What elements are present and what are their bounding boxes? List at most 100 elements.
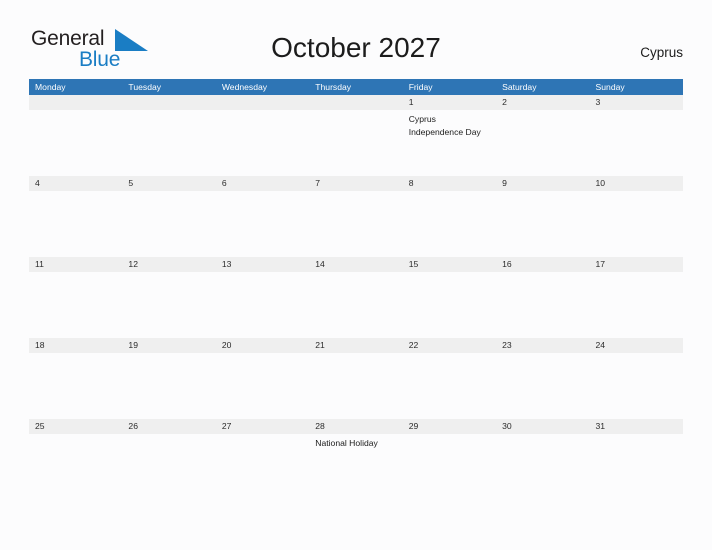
day-cell-27[interactable]: 27 — [215, 419, 310, 500]
day-events — [216, 434, 309, 437]
day-number-strip: 28 — [309, 419, 403, 434]
day-number-strip — [29, 95, 123, 110]
day-number-strip: 13 — [215, 257, 310, 272]
calendar-weeks: 1 Cyprus Independence Day 2 3 4 5 6 7 8 9 10 11 12 13… — [29, 95, 683, 500]
day-cell-8[interactable]: 8 — [402, 176, 497, 257]
day-cell-29[interactable]: 29 — [402, 419, 497, 500]
day-cell-6[interactable]: 6 — [215, 176, 310, 257]
day-events — [496, 353, 589, 356]
day-number-strip: 11 — [29, 257, 123, 272]
day-number-strip: 19 — [122, 338, 216, 353]
day-number-strip: 31 — [589, 419, 683, 434]
day-events — [403, 272, 496, 275]
day-events — [29, 272, 122, 275]
day-cell-30[interactable]: 30 — [496, 419, 590, 500]
day-events — [496, 110, 589, 113]
day-cell-19[interactable]: 19 — [122, 338, 216, 419]
day-number: 20 — [221, 340, 232, 350]
day-number: 23 — [502, 340, 512, 350]
day-cell-20[interactable]: 20 — [215, 338, 310, 419]
day-cell-15[interactable]: 15 — [402, 257, 497, 338]
calendar-page: General Blue October 2027 Cyprus Monday T… — [0, 0, 712, 550]
day-number-strip: 9 — [496, 176, 590, 191]
day-events — [590, 191, 683, 194]
day-number-strip: 7 — [309, 176, 403, 191]
day-number: 4 — [35, 178, 40, 188]
day-events — [403, 434, 496, 437]
day-number: 2 — [502, 97, 507, 107]
calendar-week-row: 4 5 6 7 8 9 10 — [29, 176, 683, 257]
day-cell-empty — [122, 95, 216, 176]
day-number: 22 — [408, 340, 419, 350]
day-number-strip: 1 — [402, 95, 497, 110]
day-number: 26 — [128, 421, 138, 431]
day-cell-18[interactable]: 18 — [29, 338, 123, 419]
weekday-header-wednesday: Wednesday — [221, 82, 268, 92]
day-events: Cyprus Independence Day — [403, 110, 496, 138]
day-cell-empty — [29, 95, 123, 176]
day-number-strip: 4 — [29, 176, 123, 191]
day-events — [122, 191, 215, 194]
day-number: 27 — [221, 421, 232, 431]
day-number: 5 — [128, 178, 134, 188]
day-cell-31[interactable]: 31 — [589, 419, 683, 500]
day-cell-4[interactable]: 4 — [29, 176, 123, 257]
day-events — [309, 353, 402, 356]
country-label: Cyprus — [640, 45, 683, 60]
day-number: 28 — [315, 421, 325, 431]
day-cell-5[interactable]: 5 — [122, 176, 216, 257]
day-cell-16[interactable]: 16 — [496, 257, 590, 338]
day-cell-23[interactable]: 23 — [496, 338, 590, 419]
weekday-header-thursday: Thursday — [315, 82, 352, 92]
day-events — [309, 110, 402, 113]
day-number-strip: 30 — [496, 419, 590, 434]
day-cell-13[interactable]: 13 — [215, 257, 310, 338]
day-number: 13 — [221, 259, 232, 269]
weekday-header-saturday: Saturday — [502, 82, 537, 92]
day-cell-22[interactable]: 22 — [402, 338, 497, 419]
day-events — [122, 353, 215, 356]
day-number: 29 — [408, 421, 419, 431]
day-cell-26[interactable]: 26 — [122, 419, 216, 500]
day-number: 18 — [35, 340, 45, 350]
day-number-strip — [309, 95, 403, 110]
day-cell-7[interactable]: 7 — [309, 176, 403, 257]
page-title: October 2027 — [271, 32, 441, 63]
day-events — [496, 434, 589, 437]
day-cell-28[interactable]: 28 National Holiday — [309, 419, 403, 500]
calendar-week-row: 25 26 27 28 National Holiday 29 30 31 — [29, 419, 683, 500]
day-events — [590, 110, 683, 113]
day-number: 30 — [502, 421, 512, 431]
day-number-strip: 8 — [402, 176, 497, 191]
day-number-strip: 26 — [122, 419, 216, 434]
day-number-strip: 21 — [309, 338, 403, 353]
day-events — [590, 434, 683, 437]
calendar-week-row: 11 12 13 14 15 16 17 — [29, 257, 683, 338]
day-number-strip: 2 — [496, 95, 590, 110]
day-events — [216, 272, 309, 275]
day-number: 21 — [315, 340, 325, 350]
day-number: 19 — [128, 340, 138, 350]
day-number: 16 — [502, 259, 512, 269]
day-events — [122, 434, 215, 437]
day-cell-10[interactable]: 10 — [589, 176, 683, 257]
day-cell-14[interactable]: 14 — [309, 257, 403, 338]
day-cell-3[interactable]: 3 — [589, 95, 683, 176]
day-number: 9 — [502, 178, 507, 188]
day-number: 6 — [221, 178, 227, 188]
day-events — [122, 272, 215, 275]
day-cell-21[interactable]: 21 — [309, 338, 403, 419]
day-number: 25 — [35, 421, 45, 431]
day-events — [590, 272, 683, 275]
day-cell-2[interactable]: 2 — [496, 95, 590, 176]
day-cell-11[interactable]: 11 — [29, 257, 123, 338]
day-number-strip: 18 — [29, 338, 123, 353]
day-cell-17[interactable]: 17 — [589, 257, 683, 338]
day-cell-12[interactable]: 12 — [122, 257, 216, 338]
day-cell-25[interactable]: 25 — [29, 419, 123, 500]
day-cell-1[interactable]: 1 Cyprus Independence Day — [402, 95, 497, 176]
day-cell-24[interactable]: 24 — [589, 338, 683, 419]
day-number-strip: 5 — [122, 176, 216, 191]
day-events — [216, 110, 309, 113]
day-cell-9[interactable]: 9 — [496, 176, 590, 257]
